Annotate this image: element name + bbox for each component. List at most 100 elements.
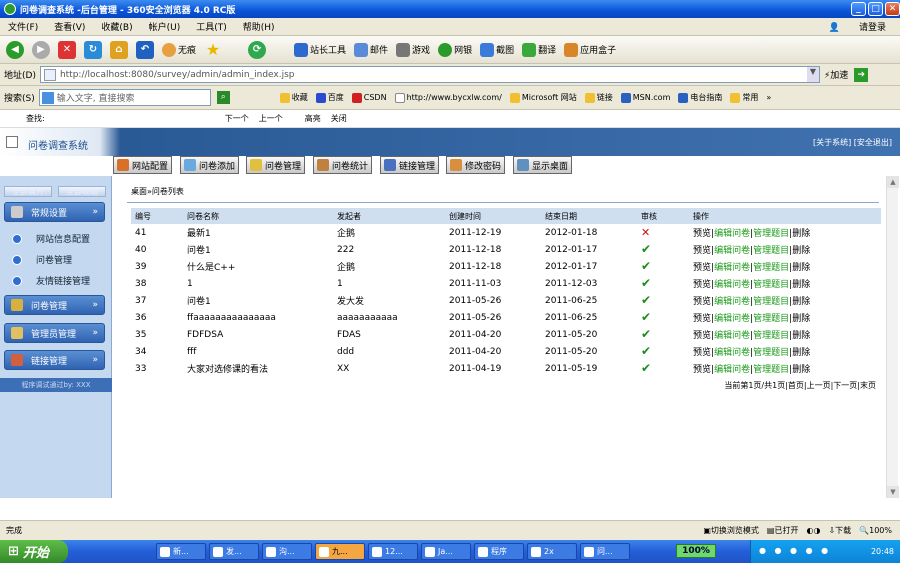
edit-survey-link[interactable]: 编辑问卷 bbox=[714, 331, 750, 341]
cell-approve[interactable]: ✔ bbox=[637, 326, 689, 343]
delete-link[interactable]: 删除 bbox=[792, 263, 810, 273]
mail-button[interactable]: 邮件 bbox=[354, 42, 388, 57]
preview-link[interactable]: 预览 bbox=[693, 365, 711, 375]
cell-approve[interactable]: ✔ bbox=[637, 241, 689, 258]
search-icon[interactable]: ⌕ bbox=[216, 91, 230, 104]
approved-check-icon[interactable]: ✔ bbox=[641, 311, 655, 323]
incognito-button[interactable]: 无痕 bbox=[162, 42, 196, 57]
menu-help[interactable]: 帮助(H) bbox=[235, 20, 283, 33]
manage-questions-link[interactable]: 管理题目 bbox=[753, 331, 789, 341]
manage-questions-link[interactable]: 管理题目 bbox=[753, 246, 789, 256]
fav-common[interactable]: 常用 bbox=[730, 92, 758, 103]
preview-link[interactable]: 预览 bbox=[693, 348, 711, 358]
approved-check-icon[interactable]: ✔ bbox=[641, 277, 655, 289]
delete-link[interactable]: 删除 bbox=[792, 314, 810, 324]
nav-survey-stats[interactable]: 问卷统计 bbox=[313, 156, 373, 174]
expand-all-button[interactable]: 全部展开 bbox=[4, 186, 52, 197]
fav-csdn[interactable]: CSDN bbox=[351, 92, 387, 103]
download-button[interactable]: ⇩下载 bbox=[828, 525, 851, 536]
fav-msn[interactable]: MSN.com bbox=[620, 92, 670, 103]
cell-approve[interactable]: ✔ bbox=[637, 275, 689, 292]
task-item-8[interactable]: 2x bbox=[527, 543, 577, 560]
go-arrow-icon[interactable]: ➔ bbox=[854, 67, 869, 82]
sidebar-group-admin[interactable]: 管理员管理 » bbox=[4, 323, 105, 343]
task-item-3[interactable]: 沟... bbox=[262, 543, 312, 560]
task-item-5[interactable]: 12... bbox=[368, 543, 418, 560]
vertical-scrollbar[interactable]: ▲ ▼ bbox=[886, 176, 899, 498]
menu-file[interactable]: 文件(F) bbox=[0, 20, 46, 33]
preview-link[interactable]: 预览 bbox=[693, 229, 711, 239]
edit-survey-link[interactable]: 编辑问卷 bbox=[714, 229, 750, 239]
edit-survey-link[interactable]: 编辑问卷 bbox=[714, 297, 750, 307]
app-box-button[interactable]: 应用盒子 bbox=[564, 42, 616, 57]
edit-survey-link[interactable]: 编辑问卷 bbox=[714, 280, 750, 290]
search-input[interactable]: 输入文字, 直接搜索 bbox=[38, 89, 211, 106]
cell-approve[interactable]: ✔ bbox=[637, 258, 689, 275]
webmaster-tools-button[interactable]: 站长工具 bbox=[294, 42, 346, 57]
preview-link[interactable]: 预览 bbox=[693, 297, 711, 307]
opened-button[interactable]: ▤已打开 bbox=[767, 525, 799, 536]
collapse-all-button[interactable]: 全部收缩 bbox=[58, 186, 106, 197]
approved-check-icon[interactable]: ✔ bbox=[641, 260, 655, 272]
scroll-down-icon[interactable]: ▼ bbox=[887, 486, 899, 498]
translate-button[interactable]: 翻译 bbox=[522, 42, 556, 57]
home-icon[interactable]: ⌂ bbox=[110, 40, 128, 59]
undo-icon[interactable]: ↶ bbox=[136, 40, 154, 59]
delete-link[interactable]: 删除 bbox=[792, 297, 810, 307]
delete-link[interactable]: 删除 bbox=[792, 280, 810, 290]
tray-icons[interactable]: ● ● ● ● ● bbox=[759, 546, 831, 555]
fav-bycxlw[interactable]: http://www.bycxlw.com/ bbox=[394, 92, 502, 103]
edit-survey-link[interactable]: 编辑问卷 bbox=[714, 314, 750, 324]
close-button[interactable]: ✕ bbox=[885, 2, 900, 16]
back-icon[interactable]: ◀ bbox=[6, 40, 24, 59]
edit-survey-link[interactable]: 编辑问卷 bbox=[714, 246, 750, 256]
start-button[interactable]: ⊞ 开始 bbox=[0, 540, 68, 563]
pagination[interactable]: 当前第1页/共1页|首页|上一页|下一页|末页 bbox=[724, 380, 876, 391]
nav-site-config[interactable]: 网站配置 bbox=[113, 156, 173, 174]
approved-check-icon[interactable]: ✔ bbox=[641, 294, 655, 306]
find-prev-button[interactable]: 上一个 bbox=[259, 113, 283, 124]
preview-link[interactable]: 预览 bbox=[693, 331, 711, 341]
favorites-button[interactable]: 收藏 bbox=[279, 92, 308, 103]
nav-show-desktop[interactable]: 显示桌面 bbox=[513, 156, 573, 174]
menu-tools[interactable]: 工具(T) bbox=[188, 20, 235, 33]
manage-questions-link[interactable]: 管理题目 bbox=[753, 365, 789, 375]
manage-questions-link[interactable]: 管理题目 bbox=[753, 314, 789, 324]
approved-check-icon[interactable]: ✔ bbox=[641, 243, 655, 255]
preview-link[interactable]: 预览 bbox=[693, 263, 711, 273]
preview-link[interactable]: 预览 bbox=[693, 314, 711, 324]
manage-questions-link[interactable]: 管理题目 bbox=[753, 348, 789, 358]
edit-survey-link[interactable]: 编辑问卷 bbox=[714, 263, 750, 273]
task-item-2[interactable]: 发... bbox=[209, 543, 259, 560]
preview-link[interactable]: 预览 bbox=[693, 280, 711, 290]
maximize-button[interactable]: □ bbox=[868, 2, 883, 16]
delete-link[interactable]: 删除 bbox=[792, 229, 810, 239]
find-close-button[interactable]: 关闭 bbox=[331, 113, 347, 124]
find-next-button[interactable]: 下一个 bbox=[225, 113, 249, 124]
cell-approve[interactable]: ✔ bbox=[637, 309, 689, 326]
address-input[interactable]: http://localhost:8080/survey/admin/admin… bbox=[39, 66, 820, 83]
screenshot-button[interactable]: 截图 bbox=[480, 42, 514, 57]
approved-check-icon[interactable]: ✔ bbox=[641, 328, 655, 340]
login-link[interactable]: 👤 请登录 bbox=[813, 20, 900, 33]
switch-mode-button[interactable]: ▣切换浏览模式 bbox=[703, 525, 759, 536]
nav-add-survey[interactable]: 问卷添加 bbox=[180, 156, 240, 174]
manage-questions-link[interactable]: 管理题目 bbox=[753, 280, 789, 290]
cell-approve[interactable]: ✕ bbox=[637, 224, 689, 241]
forward-icon[interactable]: ▶ bbox=[32, 40, 50, 59]
sidebar-group-survey[interactable]: 问卷管理 » bbox=[4, 295, 105, 315]
sidebar-item-site-info[interactable]: 网站信息配置 bbox=[12, 232, 90, 245]
cell-approve[interactable]: ✔ bbox=[637, 343, 689, 360]
chevron-down-icon[interactable]: ▼ bbox=[806, 67, 819, 82]
menu-view[interactable]: 查看(V) bbox=[46, 20, 93, 33]
nav-manage-survey[interactable]: 问卷管理 bbox=[246, 156, 306, 174]
manage-questions-link[interactable]: 管理题目 bbox=[753, 229, 789, 239]
manage-questions-link[interactable]: 管理题目 bbox=[753, 297, 789, 307]
find-highlight-button[interactable]: 高亮 bbox=[305, 113, 321, 124]
more-chevron-icon[interactable]: » bbox=[766, 93, 771, 102]
approved-check-icon[interactable]: ✔ bbox=[641, 362, 655, 374]
zoom-button[interactable]: 🔍100% bbox=[859, 526, 892, 535]
sidebar-group-links[interactable]: 链接管理 » bbox=[4, 350, 105, 370]
rejected-cross-icon[interactable]: ✕ bbox=[641, 226, 650, 239]
accelerate-button[interactable]: ⚡加速 bbox=[824, 68, 848, 81]
